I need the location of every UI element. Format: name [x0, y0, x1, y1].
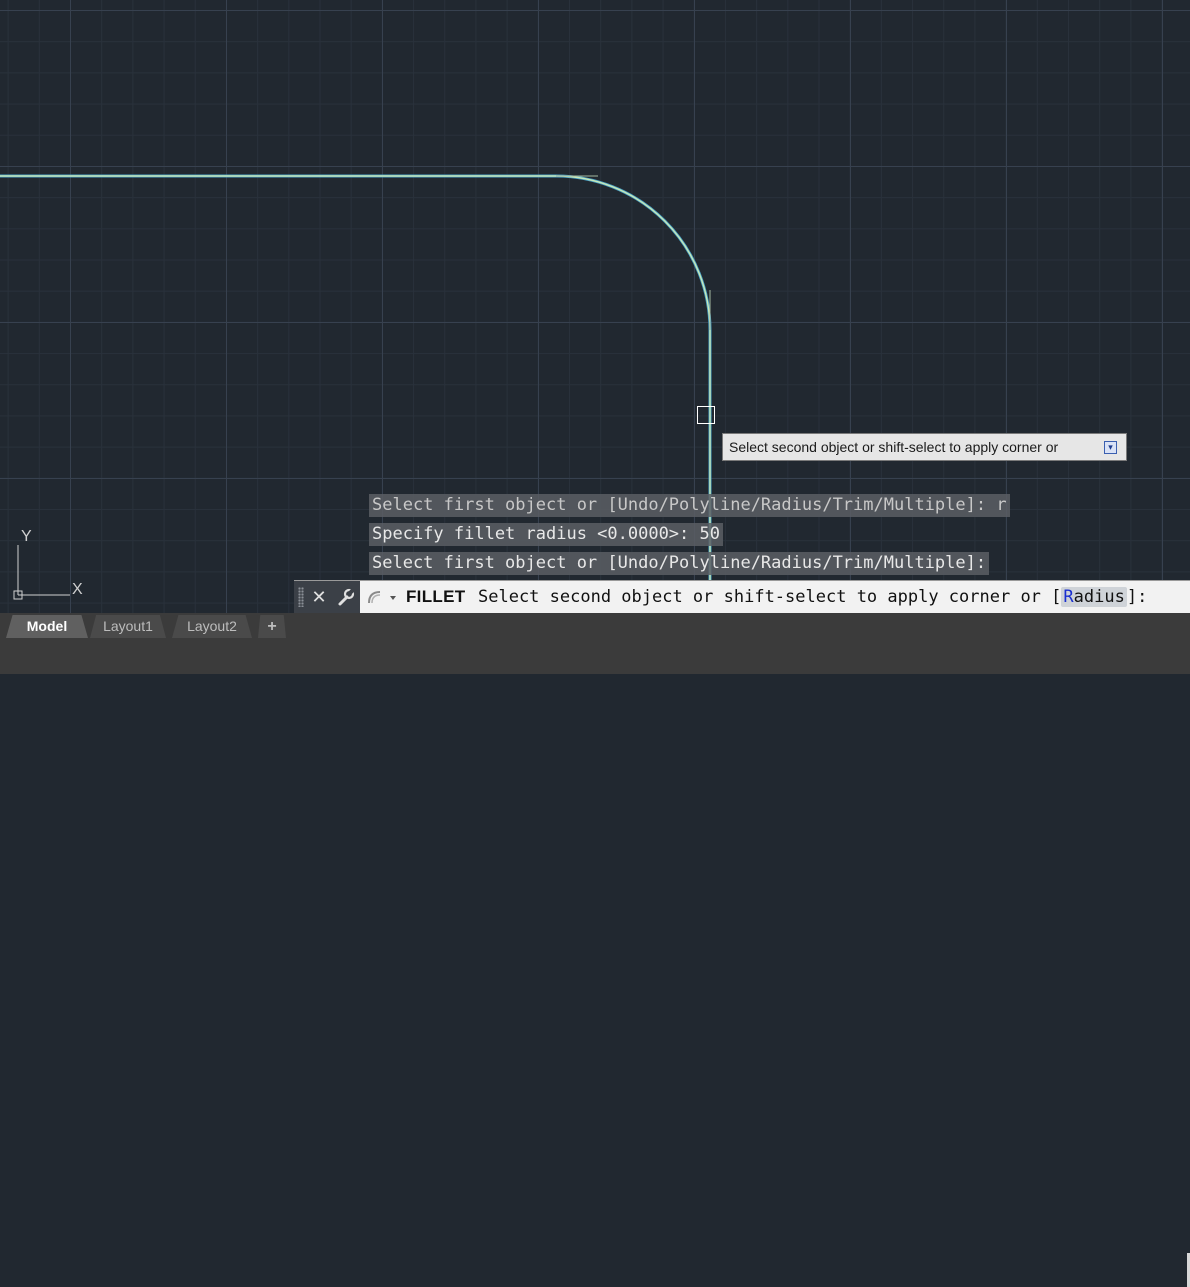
- drawing-canvas[interactable]: Select second object or shift-select to …: [0, 0, 1190, 613]
- radius-option[interactable]: Radius: [1061, 587, 1127, 607]
- ucs-x-label: X: [72, 581, 83, 598]
- prompt-suffix: ]:: [1126, 587, 1148, 607]
- radius-option-hotkey: R: [1063, 587, 1074, 607]
- drawing-geometry: [0, 174, 712, 613]
- command-history-line: Specify fillet radius <0.0000>: 50: [369, 523, 723, 546]
- filleted-polyline-highlight: [0, 175, 711, 613]
- close-icon[interactable]: ✕: [310, 585, 328, 609]
- pickbox-cursor: [697, 406, 715, 424]
- command-line-controls: ✕: [294, 581, 360, 613]
- prompt-prefix: Select second object or shift-select to …: [478, 587, 1062, 607]
- ucs-y-label: Y: [21, 528, 32, 545]
- tab-layout1[interactable]: Layout1: [90, 615, 166, 638]
- command-history-line: Select first object or [Undo/Polyline/Ra…: [369, 494, 1010, 517]
- recent-commands-icon[interactable]: [366, 587, 398, 607]
- tooltip-text: Select second object or shift-select to …: [729, 439, 1059, 455]
- command-history-line: Select first object or [Undo/Polyline/Ra…: [369, 552, 990, 575]
- command-prompt[interactable]: Select second object or shift-select to …: [478, 581, 1147, 613]
- active-command-name: FILLET: [406, 587, 466, 606]
- command-tooltip: Select second object or shift-select to …: [722, 433, 1127, 461]
- wrench-icon[interactable]: [334, 585, 356, 609]
- tab-layout1-label: Layout1: [103, 618, 153, 634]
- tab-layout2-label: Layout2: [187, 618, 237, 634]
- filleted-polyline[interactable]: [0, 174, 712, 613]
- layout-tab-bar: Model Layout1 Layout2 +: [0, 613, 1190, 1287]
- plus-icon: +: [267, 618, 277, 635]
- tab-layout2[interactable]: Layout2: [172, 615, 252, 638]
- tab-model[interactable]: Model: [6, 615, 88, 638]
- radius-option-label: adius: [1073, 587, 1125, 607]
- command-line[interactable]: ✕ FILLET Select second object or shift-s…: [294, 580, 1190, 613]
- chevron-down-icon[interactable]: ▾: [1104, 441, 1117, 454]
- tab-model-label: Model: [26, 618, 68, 634]
- ucs-icon: Y X: [13, 528, 83, 600]
- add-layout-button[interactable]: +: [258, 615, 286, 638]
- drag-grip-icon[interactable]: [298, 587, 304, 607]
